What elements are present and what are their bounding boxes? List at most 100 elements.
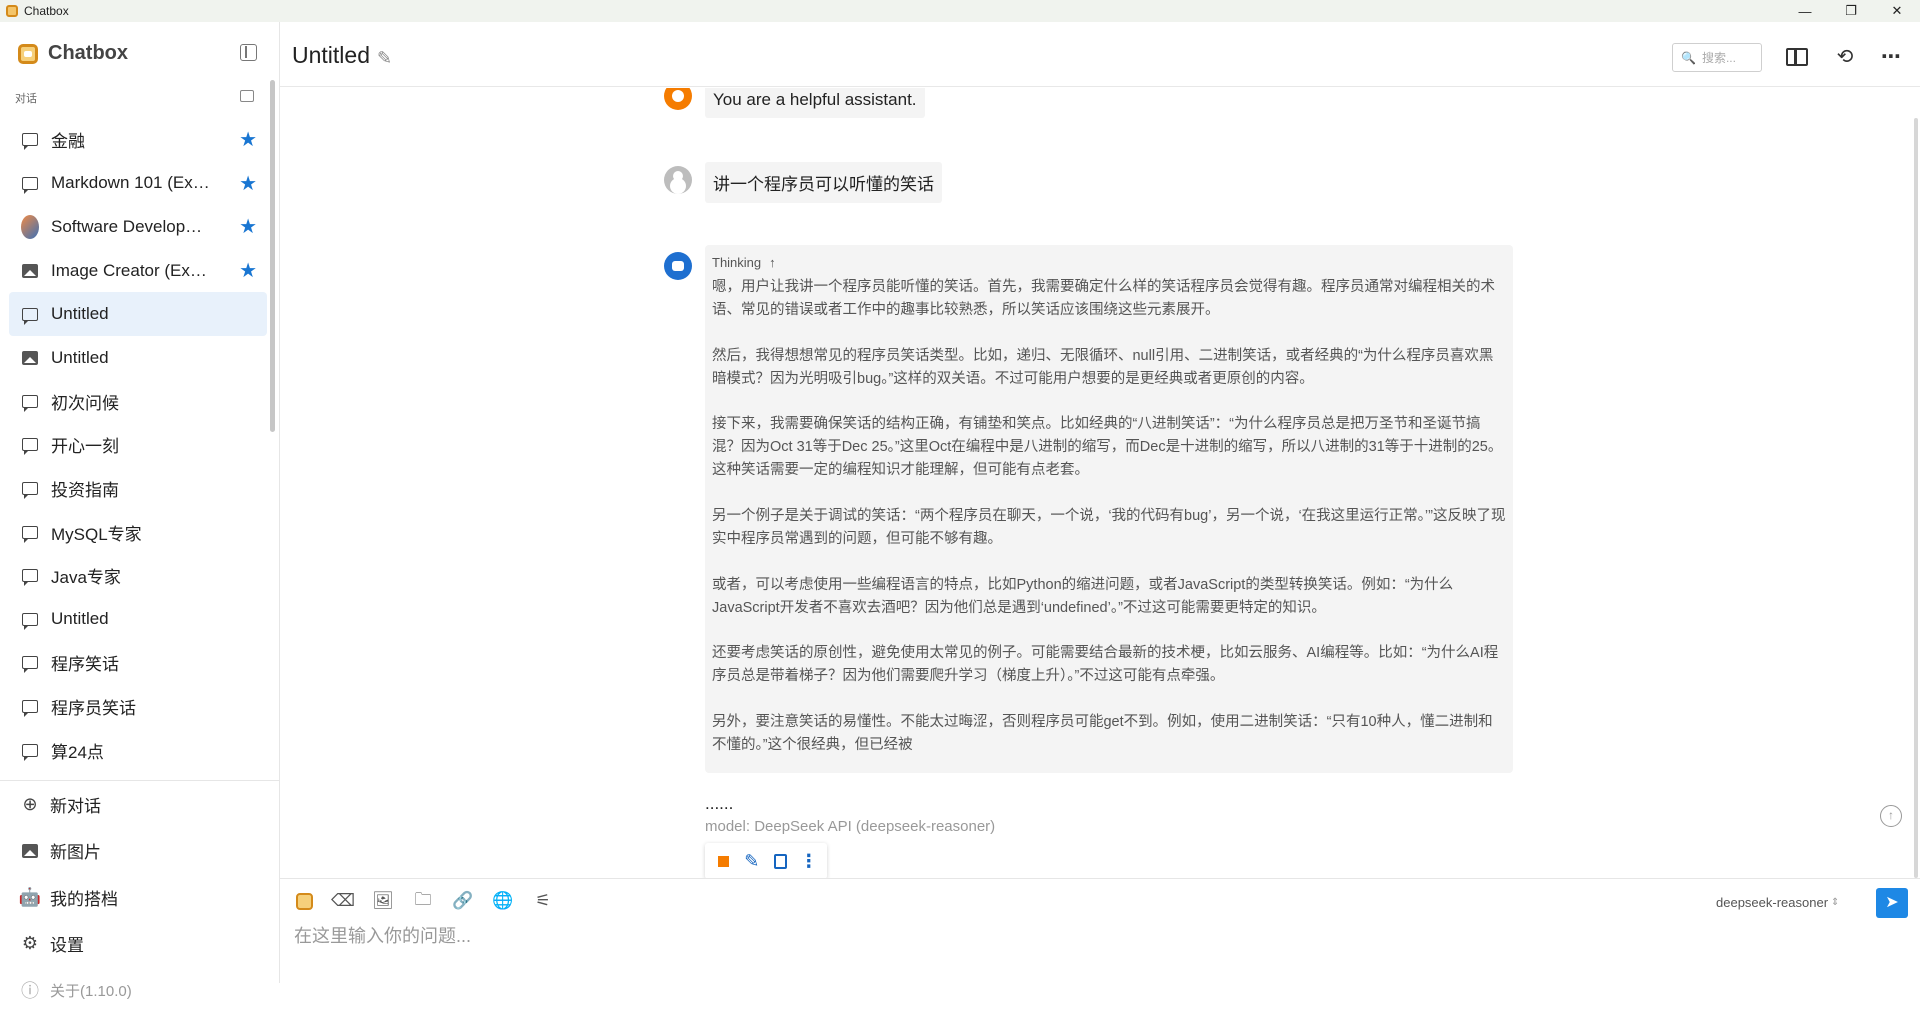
session-item[interactable]: Markdown 101 (Ex… ★	[9, 162, 267, 206]
collapse-arrow-icon[interactable]: ↑	[769, 255, 776, 270]
stop-icon	[717, 855, 729, 867]
session-item[interactable]: 金融 ★	[9, 118, 267, 162]
model-select[interactable]: deepseek-reasoner ⇕	[1716, 895, 1839, 910]
chat-icon	[21, 568, 39, 587]
split-view-icon[interactable]	[1786, 46, 1808, 68]
page-title: Untitled	[292, 42, 370, 68]
session-item[interactable]: Untitled	[9, 598, 267, 642]
image-attach-icon[interactable]: 🖼	[372, 891, 394, 911]
web-browse-icon[interactable]: 🌐	[492, 891, 513, 911]
chat-icon	[21, 306, 39, 325]
chat-icon	[21, 742, 39, 761]
session-item[interactable]: 程序员笑话	[9, 685, 267, 729]
scroll-to-top-icon[interactable]: ↑	[1880, 805, 1902, 827]
new-image-label: 新图片	[50, 843, 101, 863]
settings-button[interactable]: ⚙ 设置	[0, 921, 280, 968]
window-controls: — ❐ ✕	[1782, 0, 1920, 22]
session-item[interactable]: Untitled	[9, 336, 267, 380]
collapse-sidebar-icon[interactable]	[240, 44, 257, 61]
avatar-icon	[21, 214, 39, 239]
thinking-paragraph: 接下来，我需要确保笑话的结构正确，有铺垫和笑点。比如经典的“八进制笑话”：“为什…	[712, 416, 1503, 479]
star-icon[interactable]: ★	[239, 174, 257, 194]
star-icon[interactable]: ★	[239, 130, 257, 150]
copy-icon	[773, 853, 787, 869]
session-item[interactable]: Image Creator (Ex… ★	[9, 249, 267, 293]
chat-area: You are a helpful assistant. 讲一个程序员可以听懂的…	[280, 88, 1920, 878]
eraser-icon[interactable]: ⌫	[331, 891, 355, 911]
session-item[interactable]: Java专家	[9, 554, 267, 598]
thinking-block: Thinking ↑ 嗯，用户让我讲一个程序员能听懂的笑话。首先，我需要确定什么…	[705, 245, 1513, 773]
chat-icon	[21, 175, 39, 194]
session-item[interactable]: 开心一刻	[9, 423, 267, 467]
chat-icon	[21, 699, 39, 718]
edit-title-icon[interactable]: ✎	[377, 48, 392, 69]
message-action-bar: ✎ ⋮	[705, 843, 827, 878]
session-label: 程序笑话	[51, 655, 119, 675]
archive-icon[interactable]	[240, 90, 254, 102]
close-window-button[interactable]: ✕	[1874, 0, 1920, 22]
info-icon: ⓘ	[21, 981, 39, 1002]
link-icon[interactable]: 🔗	[452, 891, 473, 911]
session-label: Software Develop…	[51, 216, 203, 236]
chat-icon	[21, 611, 39, 630]
search-input[interactable]: 🔍 搜索...	[1672, 43, 1762, 72]
search-placeholder: 搜索...	[1701, 51, 1736, 65]
copy-message-button[interactable]	[769, 850, 791, 872]
about-button[interactable]: ⓘ 关于(1.10.0)	[0, 967, 280, 1014]
thinking-header[interactable]: Thinking ↑	[712, 255, 1506, 270]
message-input[interactable]	[294, 926, 1854, 947]
session-item[interactable]: 投资指南	[9, 467, 267, 511]
thinking-paragraph: 还要考虑笑话的原创性，避免使用太常见的例子。可能需要结合最新的技术梗，比如云服务…	[712, 645, 1499, 685]
image-icon	[21, 350, 39, 366]
sidebar: Chatbox 对话 金融 ★ Markdown 101 (Ex… ★ Software…	[0, 22, 280, 1001]
session-item[interactable]: 算24点	[9, 728, 267, 772]
session-label: 开心一刻	[51, 437, 119, 457]
star-icon[interactable]: ★	[239, 217, 257, 237]
session-label: Markdown 101 (Ex…	[51, 173, 210, 193]
session-item[interactable]: 初次问候	[9, 380, 267, 424]
session-list: 金融 ★ Markdown 101 (Ex… ★ Software Develop… ★ I…	[9, 118, 267, 780]
edit-message-button[interactable]: ✎	[741, 850, 763, 872]
thinking-paragraph: 嗯，用户让我讲一个程序员能听懂的笑话。首先，我需要确定什么样的笑话程序员会觉得有…	[712, 279, 1495, 318]
chat-scrollbar[interactable]	[1914, 118, 1918, 878]
settings-sliders-icon[interactable]: ⚟	[533, 891, 553, 911]
plus-circle-icon: ⊕	[22, 793, 38, 814]
window-titlebar: Chatbox — ❐ ✕	[0, 0, 1920, 22]
session-item[interactable]: MySQL专家	[9, 510, 267, 554]
stop-generating-button[interactable]	[712, 850, 734, 872]
image-icon	[21, 263, 39, 279]
chatbox-app-icon	[6, 5, 18, 17]
thinking-paragraph: 另外，要注意笑话的易懂性。不能太过晦涩，否则程序员可能get不到。例如，使用二进…	[712, 714, 1493, 754]
copilot-picker-icon[interactable]	[296, 892, 313, 910]
new-chat-button[interactable]: ⊕ 新对话	[0, 781, 280, 828]
user-avatar-icon	[664, 166, 692, 194]
brand: Chatbox	[18, 42, 128, 65]
settings-label: 设置	[50, 936, 84, 956]
session-item[interactable]: Software Develop… ★	[9, 205, 267, 249]
folder-attach-icon[interactable]: 🗀	[413, 890, 433, 911]
session-label: Untitled	[51, 304, 109, 324]
message-more-button[interactable]: ⋮	[798, 850, 820, 872]
star-icon[interactable]: ★	[239, 261, 257, 281]
window-title: Chatbox	[24, 4, 69, 18]
session-item[interactable]: 程序笑话	[9, 641, 267, 685]
more-options-icon[interactable]: ⋯	[1880, 46, 1902, 68]
my-copilots-button[interactable]: 🤖 我的搭档	[0, 874, 280, 921]
sidebar-scrollbar[interactable]	[270, 80, 275, 432]
chat-icon	[21, 393, 39, 412]
maximize-button[interactable]: ❐	[1828, 0, 1874, 22]
chat-icon	[21, 524, 39, 543]
system-message: You are a helpful assistant.	[705, 88, 925, 118]
session-label: Untitled	[51, 609, 109, 629]
thinking-paragraph: 或者，可以考虑使用一些编程语言的特点，比如Python的缩进问题，或者JavaS…	[712, 576, 1454, 616]
session-item[interactable]: Untitled	[9, 292, 267, 336]
minimize-button[interactable]: —	[1782, 0, 1828, 22]
chat-icon	[21, 437, 39, 456]
history-icon[interactable]: ⟲	[1834, 46, 1856, 68]
session-label: Java专家	[51, 568, 121, 588]
user-message: 讲一个程序员可以听懂的笑话	[705, 162, 942, 203]
send-button[interactable]: ➤	[1876, 888, 1908, 918]
model-info: model: DeepSeek API (deepseek-reasoner)	[705, 818, 996, 835]
thinking-content: 嗯，用户让我讲一个程序员能听懂的笑话。首先，我需要确定什么样的笑话程序员会觉得有…	[712, 276, 1506, 757]
new-image-button[interactable]: 新图片	[0, 828, 280, 875]
